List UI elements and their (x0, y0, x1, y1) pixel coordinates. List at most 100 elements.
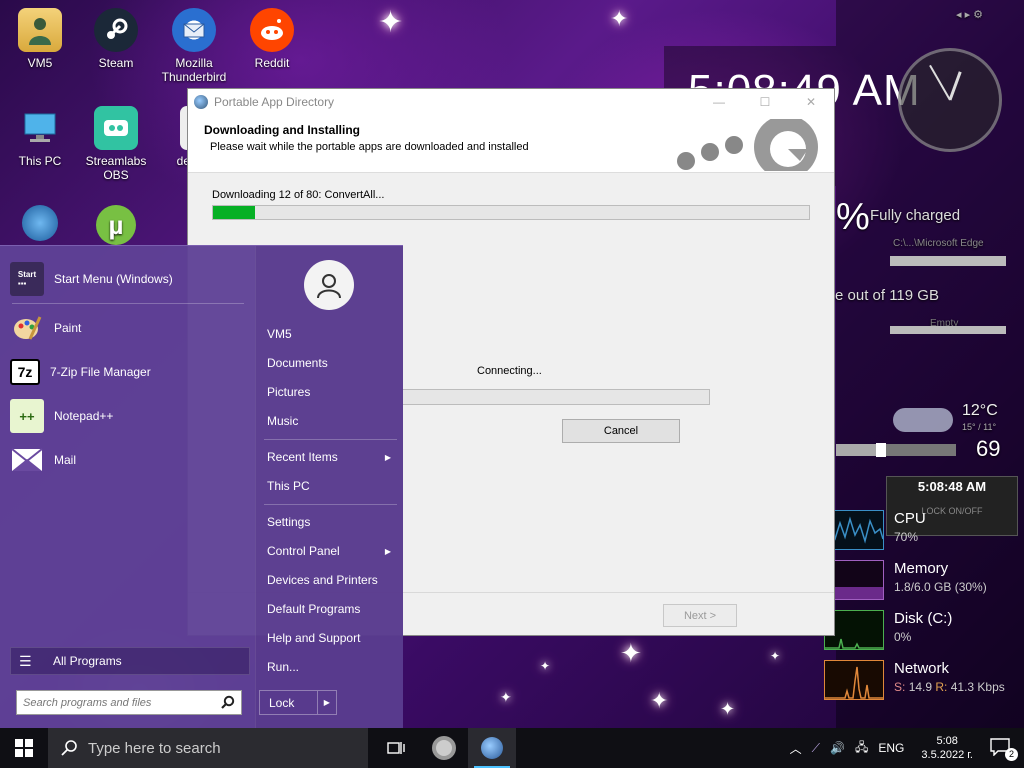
desktop-icon-de[interactable]: de (140, 106, 194, 168)
next-button[interactable]: Next > (663, 604, 737, 627)
right-item-label: This PC (267, 479, 310, 493)
taskbar-search-box[interactable]: Type here to search (48, 728, 368, 768)
desktop-icon-thunderbird[interactable]: Mozilla Thunderbird (154, 8, 234, 84)
right-item-label: Devices and Printers (267, 573, 378, 587)
right-item-recent-items[interactable]: Recent Items ▶ (267, 446, 397, 468)
desktop-icon-this-pc[interactable]: This PC (0, 106, 80, 168)
lock-button[interactable]: Lock ▶ (259, 690, 337, 715)
taskbar-time: 5:08 (936, 735, 958, 747)
browser-shortcut-bar (890, 256, 1006, 266)
taskbar-clock[interactable]: 5:08 3.5.2022 г. (909, 734, 985, 762)
wallpaper-sparkle: ✦ (540, 659, 551, 673)
window-controls: — ☐ ✕ (696, 89, 834, 115)
right-item-settings[interactable]: Settings (267, 511, 397, 533)
right-item-label: Default Programs (267, 602, 361, 616)
desktop-icon-reddit[interactable]: Reddit (232, 8, 312, 70)
perf-memory[interactable]: Memory 1.8/6.0 GB (30%) (822, 558, 1022, 604)
taskbar-date: 3.5.2022 г. (921, 749, 973, 761)
wizard-header-title: Downloading and Installing (204, 123, 360, 137)
right-item-help-support[interactable]: Help and Support (267, 627, 397, 649)
desktop-icon-steam[interactable]: Steam (76, 8, 156, 70)
right-item-devices-printers[interactable]: Devices and Printers (267, 569, 397, 591)
task-view-icon (387, 742, 405, 754)
right-item-label: Control Panel (267, 544, 340, 558)
file-progress-bar (402, 389, 710, 405)
pinned-label: Start Menu (Windows) (54, 272, 173, 286)
show-hidden-icons-chevron-icon[interactable]: ︿ (785, 740, 807, 757)
lock-options-arrow-icon[interactable]: ▶ (316, 691, 336, 714)
perf-name: CPU (894, 510, 926, 527)
start-search-input[interactable]: Search programs and files (16, 690, 242, 715)
right-item-label: Settings (267, 515, 311, 529)
desktop-icon-label: This PC (18, 154, 62, 168)
right-item-documents[interactable]: Documents (267, 352, 397, 374)
battery-status: Fully charged (870, 207, 961, 224)
lock-label: Lock (269, 695, 295, 710)
desktop-icon-vm5[interactable]: VM5 (0, 8, 80, 70)
perf-disk[interactable]: Disk (C:) 0% (822, 608, 1022, 654)
notepadpp-icon: ++ (10, 399, 44, 433)
minimize-button[interactable]: — (696, 89, 742, 115)
right-item-default-programs[interactable]: Default Programs (267, 598, 397, 620)
user-avatar[interactable] (304, 260, 354, 310)
browser-shortcut-label[interactable]: C:\...\Microsoft Edge (893, 238, 984, 249)
close-button[interactable]: ✕ (788, 89, 834, 115)
taskbar-portable-app-directory[interactable] (468, 728, 516, 768)
taskbar-portableapps[interactable] (420, 728, 468, 768)
perf-network[interactable]: Network S: 14.9 R: 41.3 Kbps (822, 658, 1022, 704)
right-item-control-panel[interactable]: Control Panel ▶ (267, 540, 397, 562)
reddit-icon (250, 8, 294, 52)
pinned-start-menu-windows[interactable]: Start ▪▪▪ Start Menu (Windows) (10, 259, 245, 299)
wallpaper-sparkle: ✦ (650, 688, 669, 713)
perf-cpu[interactable]: CPU 70% (822, 508, 1022, 554)
pinned-mail[interactable]: Mail (10, 440, 245, 480)
desktop-icon-utorrent[interactable]: µ (76, 205, 156, 249)
feather-tray-icon[interactable]: ⟋ (807, 741, 825, 756)
maximize-button[interactable]: ☐ (742, 89, 788, 115)
start-button[interactable] (0, 728, 48, 768)
pinned-7zip[interactable]: 7z 7-Zip File Manager (10, 352, 245, 392)
right-item-music[interactable]: Music (267, 410, 397, 432)
wizard-header: Downloading and Installing Please wait w… (188, 115, 834, 173)
download-status: Downloading 12 of 80: ConvertAll... (212, 189, 385, 201)
desktop-icon-label: Mozilla Thunderbird (161, 56, 227, 84)
desktop-icon-label: VM5 (27, 56, 53, 70)
start-menu: Start ▪▪▪ Start Menu (Windows) Paint 7z 7… (0, 245, 403, 729)
volume-slider[interactable] (836, 443, 956, 457)
pinned-label: Paint (54, 321, 82, 335)
overall-progress-fill (213, 206, 255, 219)
app-globe-icon (194, 95, 208, 109)
wallpaper-sparkle: ✦ (378, 6, 404, 39)
network-icon[interactable]: 🖧 (850, 738, 873, 759)
volume-thumb[interactable] (876, 443, 886, 457)
windows-logo-icon (15, 739, 33, 757)
right-item-run[interactable]: Run... (267, 656, 397, 678)
right-divider (264, 504, 397, 505)
desktop-icon-label: Reddit (254, 56, 290, 70)
all-programs-button[interactable]: ☰ All Programs (10, 647, 250, 675)
widget-nav-arrows[interactable]: ◂ ▸ ⚙ (956, 8, 983, 21)
user-icon (317, 274, 341, 299)
right-item-this-pc[interactable]: This PC (267, 475, 397, 497)
notification-center-button[interactable]: 2 (985, 737, 1024, 761)
user-folder-icon (18, 8, 62, 52)
pinned-notepadpp[interactable]: ++ Notepad++ (10, 396, 245, 436)
task-view-button[interactable] (372, 728, 420, 768)
perf-value: 70% (894, 530, 919, 544)
cancel-button[interactable]: Cancel (562, 419, 680, 443)
right-item-pictures[interactable]: Pictures (267, 381, 397, 403)
language-indicator[interactable]: ENG (873, 741, 909, 755)
paint-icon (10, 311, 44, 345)
thunderbird-icon (172, 8, 216, 52)
pinned-paint[interactable]: Paint (10, 308, 245, 348)
desktop-icon-label: Steam (98, 56, 134, 70)
portableapps-icon (432, 736, 456, 760)
network-recv-value: 41.3 Kbps (950, 680, 1005, 694)
volume-icon[interactable]: 🔊 (825, 741, 850, 755)
desktop-icon-network[interactable] (0, 205, 80, 245)
disk-free-text: e out of 119 GB (835, 287, 939, 304)
perf-name: Network (894, 660, 950, 677)
pinned-divider (12, 303, 244, 304)
right-item-vm5[interactable]: VM5 (267, 323, 397, 345)
list-icon: ☰ (19, 652, 32, 669)
